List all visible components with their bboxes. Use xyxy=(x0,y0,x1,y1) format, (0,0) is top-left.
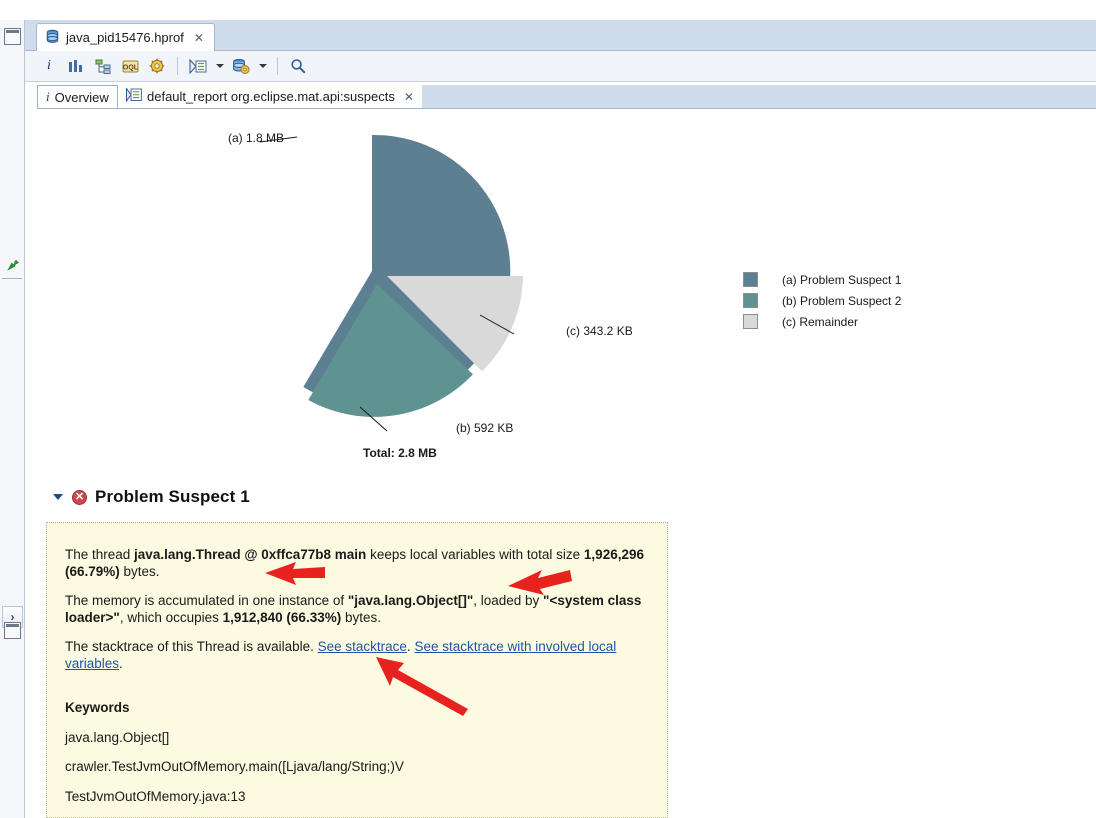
restore-view-icon-bottom[interactable] xyxy=(4,622,21,639)
heap-dump-info-button[interactable]: i xyxy=(37,55,61,78)
keyword-item-3: TestJvmOutOfMemory.java:13 xyxy=(65,788,246,804)
suspects-pie-chart: (a) 1.8 MB (c) 343.2 KB (b) 592 KB Total… xyxy=(37,109,937,460)
legend-label-b: (b) Problem Suspect 2 xyxy=(782,293,902,308)
info-icon: i xyxy=(46,89,50,104)
editor-tab-label: java_pid15476.hprof xyxy=(66,30,184,45)
suspect-paragraph-3: The stacktrace of this Thread is availab… xyxy=(65,639,649,672)
pie-legend: (a) Problem Suspect 1 (b) Problem Suspec… xyxy=(743,269,933,332)
calculate-retained-size-button[interactable] xyxy=(145,55,169,78)
error-icon: ✕ xyxy=(72,489,87,505)
mat-toolbar: i OQL xyxy=(25,51,1096,82)
problem-suspect-header[interactable]: ✕ Problem Suspect 1 xyxy=(52,487,250,507)
pie-graphic xyxy=(222,119,542,439)
svg-text:OQL: OQL xyxy=(122,64,138,71)
query-browser-dropdown-arrow[interactable] xyxy=(256,55,269,78)
suspect-paragraph-1: The thread java.lang.Thread @ 0xffca77b8… xyxy=(65,547,649,580)
tab-default-report-label: default_report org.eclipse.mat.api:suspe… xyxy=(147,89,395,104)
legend-item-c: (c) Remainder xyxy=(743,311,933,332)
pie-leader-lines xyxy=(259,136,515,432)
p2-text-1: The memory is accumulated in one instanc… xyxy=(65,593,348,608)
legend-swatch-b xyxy=(743,293,758,308)
eclipse-mat-window: › java_pid15476.hprof ✕ i OQL i Overview… xyxy=(0,0,1096,818)
find-button[interactable] xyxy=(286,55,310,78)
toolbar-separator-1 xyxy=(177,57,178,75)
search-icon xyxy=(291,59,306,74)
legend-item-a: (a) Problem Suspect 1 xyxy=(743,269,933,290)
keyword-item-1: java.lang.Object[] xyxy=(65,729,170,745)
tab-overview[interactable]: i Overview xyxy=(37,85,118,108)
legend-swatch-a xyxy=(743,272,758,287)
p1-text-2: keeps local variables with total size xyxy=(366,547,584,562)
p2-text-2: , loaded by xyxy=(473,593,544,608)
editor-tab-heap-dump[interactable]: java_pid15476.hprof ✕ xyxy=(36,23,215,51)
histogram-button[interactable] xyxy=(64,55,88,78)
pie-total-label: Total: 2.8 MB xyxy=(363,446,437,460)
p1-text-3: bytes. xyxy=(119,563,160,579)
see-stacktrace-link[interactable]: See stacktrace xyxy=(318,639,407,654)
suspect-paragraph-2: The memory is accumulated in one instanc… xyxy=(65,593,649,626)
pin-icon[interactable] xyxy=(5,258,21,274)
pin-icon-svg xyxy=(7,259,20,271)
p2-text-3: , which occupies xyxy=(119,609,223,625)
left-view-rail: › xyxy=(0,20,25,818)
keyword-item-2: crawler.TestJvmOutOfMemory.main([Ljava/l… xyxy=(65,759,404,774)
legend-label-a: (a) Problem Suspect 1 xyxy=(782,272,902,287)
query-browser-button[interactable] xyxy=(229,55,253,78)
run-report-icon xyxy=(189,58,207,74)
page-title: Problem Suspect 1 xyxy=(95,487,250,506)
pie-label-c: (c) 343.2 KB xyxy=(566,324,633,338)
rail-divider xyxy=(2,278,22,279)
run-expert-system-dropdown-arrow[interactable] xyxy=(213,55,226,78)
legend-item-b: (b) Problem Suspect 2 xyxy=(743,290,933,311)
p3-text-3: . xyxy=(119,655,123,671)
tab-overview-label: Overview xyxy=(54,89,109,105)
histogram-icon xyxy=(69,59,82,72)
keywords-title: Keywords xyxy=(65,700,130,715)
p1-text-1: The thread xyxy=(65,547,135,562)
report-content: (a) 1.8 MB (c) 343.2 KB (b) 592 KB Total… xyxy=(37,109,1096,818)
legend-swatch-c xyxy=(743,314,758,329)
p3-text-1: The stacktrace of this Thread is availab… xyxy=(65,639,318,654)
p2-text-4: bytes. xyxy=(341,609,381,625)
chevron-down-icon[interactable] xyxy=(52,491,64,503)
run-expert-system-test-button[interactable] xyxy=(186,55,210,78)
query-browser-icon xyxy=(233,59,250,74)
p2-class-name: "java.lang.Object[]" xyxy=(347,593,474,608)
p2-size-value: 1,912,840 (66.33%) xyxy=(222,609,342,625)
pie-label-b: (b) 592 KB xyxy=(456,421,514,435)
close-icon[interactable]: ✕ xyxy=(404,90,414,104)
editor-tab-bar: java_pid15476.hprof ✕ xyxy=(25,20,1096,51)
heap-dump-icon xyxy=(45,29,60,47)
report-icon xyxy=(126,86,142,105)
toolbar-separator-2 xyxy=(277,57,278,75)
window-top-strip xyxy=(0,0,1096,20)
keywords-section: Keywords java.lang.Object[] crawler.Test… xyxy=(65,700,649,818)
p1-thread-name: java.lang.Thread @ 0xffca77b8 main xyxy=(134,547,367,562)
tab-default-report-suspects[interactable]: default_report org.eclipse.mat.api:suspe… xyxy=(118,85,422,108)
close-icon[interactable]: ✕ xyxy=(194,31,204,45)
oql-icon: OQL xyxy=(122,60,138,72)
gear-icon xyxy=(149,58,165,74)
dominator-tree-button[interactable] xyxy=(91,55,115,78)
legend-label-c: (c) Remainder xyxy=(782,314,859,329)
restore-view-icon-top[interactable] xyxy=(4,28,21,45)
oql-button[interactable]: OQL xyxy=(118,55,142,78)
suspect-description-box: The thread java.lang.Thread @ 0xffca77b8… xyxy=(46,522,668,818)
report-tab-bar: i Overview default_report org.eclipse.ma… xyxy=(37,85,1096,109)
dominator-tree-icon xyxy=(95,59,110,74)
pie-label-a: (a) 1.8 MB xyxy=(228,131,285,145)
